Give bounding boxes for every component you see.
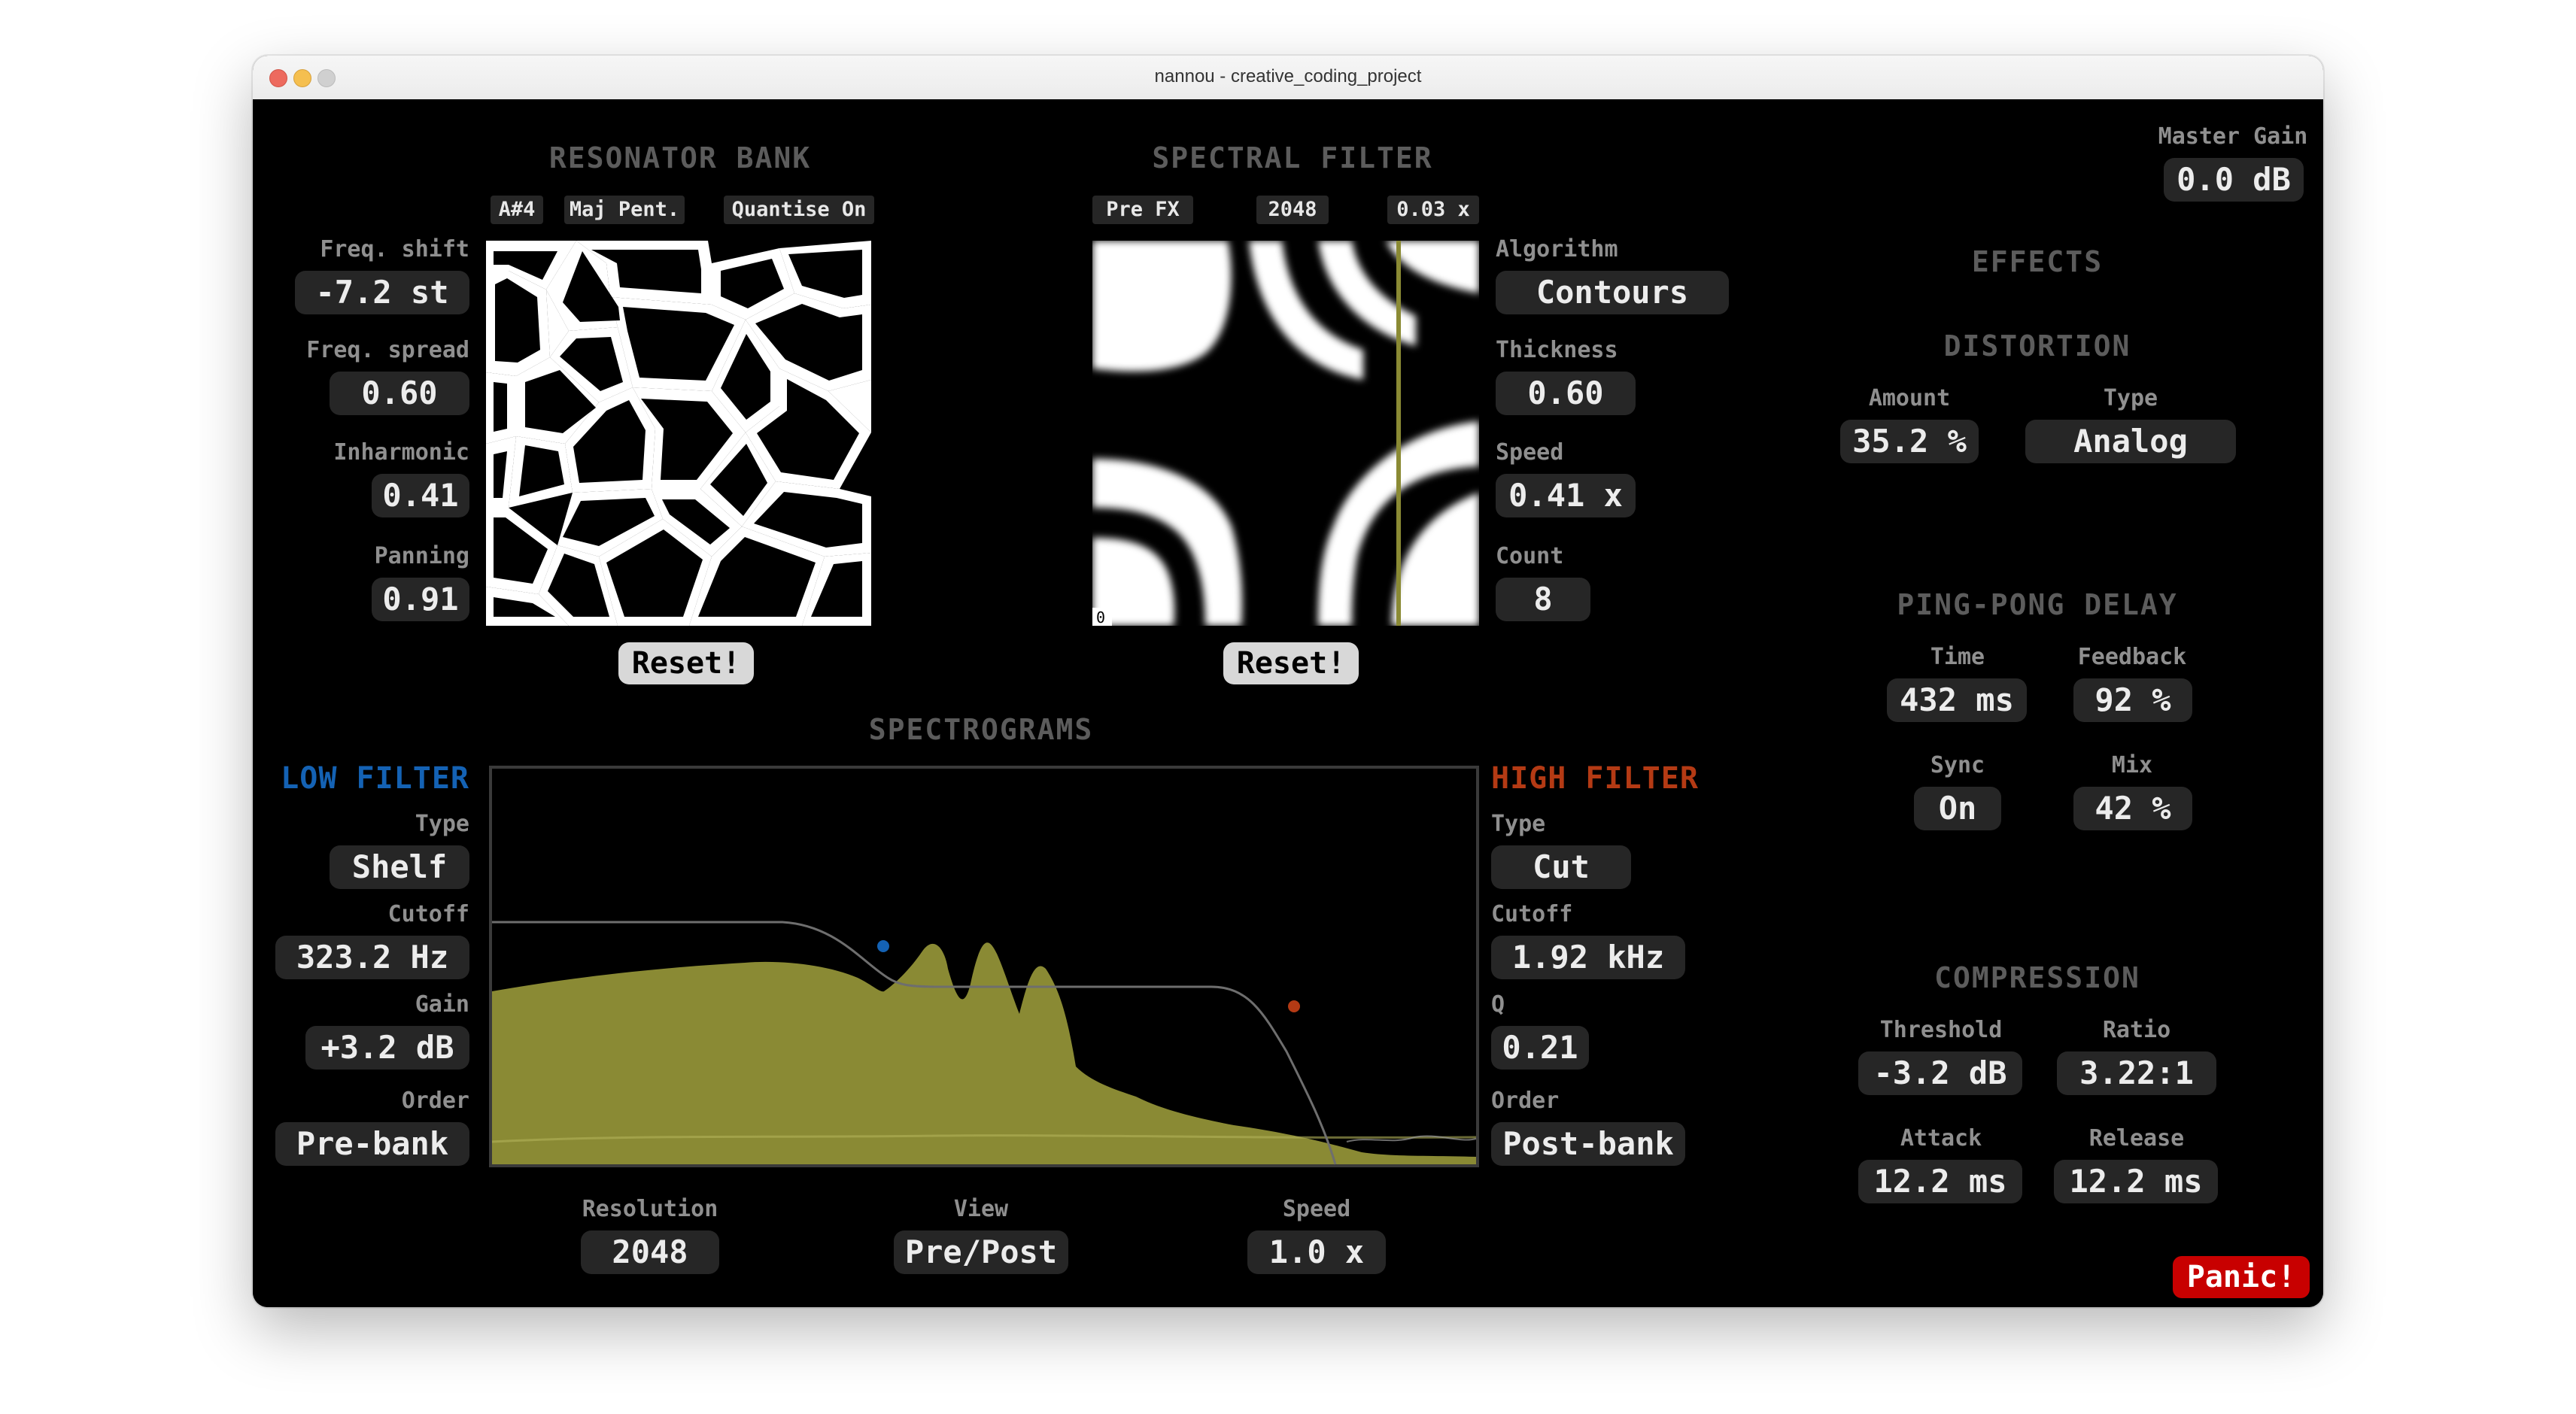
low-filter-order-label: Order <box>401 1088 469 1114</box>
compression-title: COMPRESSION <box>1934 961 2140 994</box>
distortion-amount-value[interactable]: 35.2 % <box>1840 420 1979 463</box>
distortion-title: DISTORTION <box>1943 329 2131 363</box>
spectral-speed-value[interactable]: 0.41 x <box>1496 474 1636 517</box>
spectral-corner-marker: 0 <box>1096 608 1105 626</box>
resonator-quantise-tag[interactable]: Quantise On <box>724 196 874 224</box>
delay-sync-label: Sync <box>1930 752 1985 778</box>
ping-pong-delay-title: PING-PONG DELAY <box>1897 588 2178 621</box>
high-filter-q-value[interactable]: 0.21 <box>1491 1026 1589 1070</box>
compression-threshold-label: Threshold <box>1879 1017 2003 1043</box>
count-value[interactable]: 8 <box>1496 578 1590 621</box>
delay-feedback-value[interactable]: 92 % <box>2073 678 2192 722</box>
high-filter-order-label: Order <box>1491 1088 1560 1114</box>
spectrograms-title: SPECTROGRAMS <box>868 713 1094 746</box>
freq-shift-label: Freq. shift <box>320 236 469 262</box>
delay-sync-value[interactable]: On <box>1914 787 2001 830</box>
spectrogram-speed-label: Speed <box>1282 1196 1351 1222</box>
delay-mix-label: Mix <box>2111 752 2153 778</box>
thickness-label: Thickness <box>1496 337 1618 363</box>
spectrogram-speed-value[interactable]: 1.0 x <box>1247 1230 1386 1274</box>
high-filter-type-label: Type <box>1491 811 1546 837</box>
compression-ratio-value[interactable]: 3.22:1 <box>2057 1051 2216 1095</box>
algorithm-value[interactable]: Contours <box>1496 271 1729 314</box>
low-filter-type-value[interactable]: Shelf <box>330 845 469 889</box>
high-filter-q-label: Q <box>1491 991 1505 1018</box>
resolution-value[interactable]: 2048 <box>581 1230 719 1274</box>
delay-time-label: Time <box>1930 644 1985 670</box>
spectrogram-plot[interactable] <box>489 766 1479 1167</box>
low-filter-gain-value[interactable]: +3.2 dB <box>305 1026 469 1070</box>
resolution-label: Resolution <box>582 1196 718 1222</box>
master-gain-label: Master Gain <box>2158 123 2308 150</box>
resonator-scale-tag[interactable]: Maj Pent. <box>564 196 685 224</box>
app-canvas: RESONATOR BANK A#4 Maj Pent. Quantise On… <box>253 99 2323 1307</box>
view-value[interactable]: Pre/Post <box>894 1230 1068 1274</box>
high-filter-cutoff-value[interactable]: 1.92 kHz <box>1491 936 1685 979</box>
effects-title: EFFECTS <box>1971 245 2104 278</box>
compression-ratio-label: Ratio <box>2102 1017 2171 1043</box>
compression-attack-label: Attack <box>1900 1125 1982 1152</box>
spectral-reset-button[interactable]: Reset! <box>1223 642 1359 684</box>
delay-time-value[interactable]: 432 ms <box>1887 678 2027 722</box>
panning-value[interactable]: 0.91 <box>372 578 469 621</box>
spectral-speed-tag[interactable]: 0.03 x <box>1387 196 1479 224</box>
low-filter-order-value[interactable]: Pre-bank <box>275 1122 469 1166</box>
high-filter-order-value[interactable]: Post-bank <box>1491 1122 1685 1166</box>
spectral-speed-label: Speed <box>1496 439 1564 466</box>
low-filter-handle[interactable] <box>877 940 889 952</box>
high-filter-title: HIGH FILTER <box>1491 761 1699 796</box>
resonator-bank-title: RESONATOR BANK <box>548 141 812 174</box>
app-window: nannou - creative_coding_project RESONAT… <box>253 56 2323 1307</box>
inharmonic-label: Inharmonic <box>333 439 469 466</box>
low-filter-cutoff-label: Cutoff <box>387 901 469 927</box>
resonator-note-tag[interactable]: A#4 <box>491 196 543 224</box>
spectral-contour-display[interactable]: 0 <box>1092 241 1479 626</box>
distortion-amount-label: Amount <box>1868 385 1951 411</box>
freq-spread-label: Freq. spread <box>306 337 469 363</box>
low-filter-type-label: Type <box>415 811 469 837</box>
compression-attack-value[interactable]: 12.2 ms <box>1858 1160 2022 1203</box>
panning-label: Panning <box>374 543 469 569</box>
low-filter-gain-label: Gain <box>415 991 469 1018</box>
low-filter-cutoff-value[interactable]: 323.2 Hz <box>275 936 469 979</box>
view-label: View <box>953 1196 1009 1222</box>
master-gain-value[interactable]: 0.0 dB <box>2164 158 2304 202</box>
high-filter-handle[interactable] <box>1288 1000 1300 1012</box>
distortion-type-label: Type <box>2103 385 2158 411</box>
panic-button[interactable]: Panic! <box>2173 1256 2310 1298</box>
delay-mix-value[interactable]: 42 % <box>2073 787 2192 830</box>
spectral-position-tag[interactable]: Pre FX <box>1092 196 1193 224</box>
spectral-resolution-tag[interactable]: 2048 <box>1256 196 1329 224</box>
high-filter-type-value[interactable]: Cut <box>1491 845 1631 889</box>
freq-shift-value[interactable]: -7.2 st <box>295 271 469 314</box>
freq-spread-value[interactable]: 0.60 <box>330 372 469 415</box>
inharmonic-value[interactable]: 0.41 <box>372 474 469 517</box>
compression-release-label: Release <box>2088 1125 2185 1152</box>
algorithm-label: Algorithm <box>1496 236 1618 262</box>
window-title: nannou - creative_coding_project <box>1154 66 1422 86</box>
title-bar: nannou - creative_coding_project <box>253 56 2323 101</box>
high-filter-cutoff-label: Cutoff <box>1491 901 1573 927</box>
compression-threshold-value[interactable]: -3.2 dB <box>1858 1051 2022 1095</box>
delay-feedback-label: Feedback <box>2077 644 2187 670</box>
thickness-value[interactable]: 0.60 <box>1496 372 1636 415</box>
distortion-type-value[interactable]: Analog <box>2025 420 2236 463</box>
low-filter-title: LOW FILTER <box>281 761 469 796</box>
resonator-reset-button[interactable]: Reset! <box>618 642 754 684</box>
count-label: Count <box>1496 543 1564 569</box>
compression-release-value[interactable]: 12.2 ms <box>2054 1160 2218 1203</box>
spectral-filter-title: SPECTRAL FILTER <box>1152 141 1433 174</box>
resonator-voronoi-display[interactable] <box>486 241 871 626</box>
